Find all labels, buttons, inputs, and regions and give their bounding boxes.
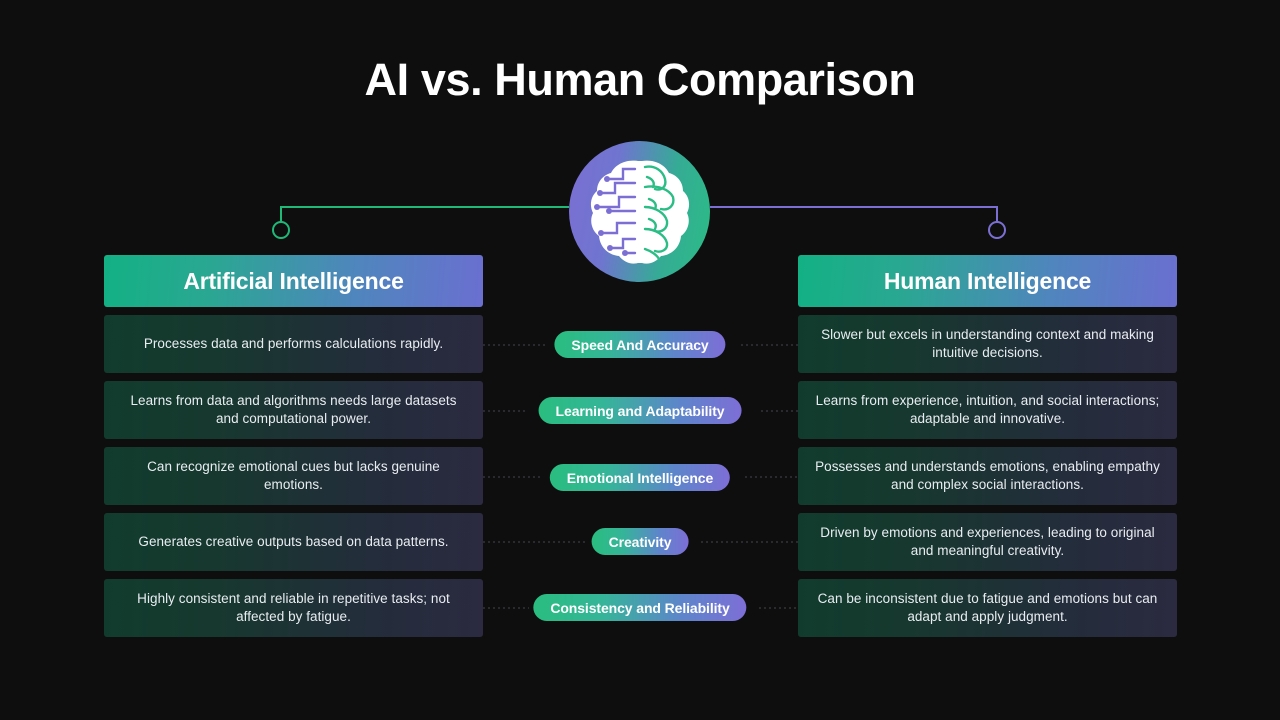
criterion-pill-speed-and-accuracy: Speed And Accuracy — [554, 331, 726, 358]
human-row-creativity: Driven by emotions and experiences, lead… — [798, 513, 1177, 571]
ai-row-consistency-and-reliability: Highly consistent and reliable in repeti… — [104, 579, 483, 637]
criterion-pill-emotional-intelligence: Emotional Intelligence — [549, 464, 731, 491]
column-human-intelligence: Human Intelligence Slower but excels in … — [798, 255, 1177, 637]
column-header-human: Human Intelligence — [798, 255, 1177, 307]
ai-row-speed-and-accuracy: Processes data and performs calculations… — [104, 315, 483, 373]
slide-canvas: AI vs. Human Comparison Artificial Intel… — [0, 0, 1280, 720]
ai-human-brain-icon — [569, 141, 710, 282]
column-artificial-intelligence: Artificial Intelligence Processes data a… — [104, 255, 483, 637]
ai-row-learning-and-adaptability: Learns from data and algorithms needs la… — [104, 381, 483, 439]
column-header-ai: Artificial Intelligence — [104, 255, 483, 307]
ai-row-emotional-intelligence: Can recognize emotional cues but lacks g… — [104, 447, 483, 505]
ai-row-creativity: Generates creative outputs based on data… — [104, 513, 483, 571]
criterion-pill-learning-and-adaptability: Learning and Adaptability — [538, 397, 742, 424]
human-row-emotional-intelligence: Possesses and understands emotions, enab… — [798, 447, 1177, 505]
human-row-learning-and-adaptability: Learns from experience, intuition, and s… — [798, 381, 1177, 439]
criterion-pill-consistency-and-reliability: Consistency and Reliability — [533, 594, 747, 621]
human-row-speed-and-accuracy: Slower but excels in understanding conte… — [798, 315, 1177, 373]
criterion-pill-creativity: Creativity — [591, 528, 689, 555]
page-title: AI vs. Human Comparison — [364, 54, 916, 105]
human-row-consistency-and-reliability: Can be inconsistent due to fatigue and e… — [798, 579, 1177, 637]
